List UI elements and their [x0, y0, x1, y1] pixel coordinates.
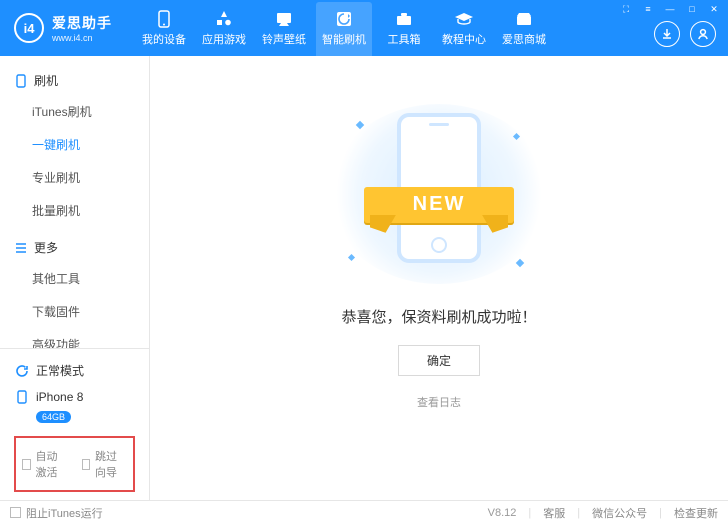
sidebar-item-download-fw[interactable]: 下载固件 — [10, 295, 139, 328]
flash-options-highlight: 自动激活 跳过向导 — [14, 436, 135, 492]
app-logo: i4 爱思助手 www.i4.cn — [0, 13, 126, 43]
phone-icon — [14, 74, 28, 88]
sidebar: 刷机 iTunes刷机 一键刷机 专业刷机 批量刷机 更多 其他工具 下载固件 — [0, 56, 150, 500]
mall-icon — [514, 10, 534, 28]
checkbox-box — [82, 459, 91, 470]
download-button[interactable] — [654, 21, 680, 47]
new-ribbon: NEW — [364, 187, 514, 223]
logo-mark: i4 — [14, 13, 44, 43]
device-name: iPhone 8 — [36, 390, 83, 404]
apps-icon — [214, 10, 234, 28]
refresh-icon — [14, 363, 30, 379]
nav-mall[interactable]: 爱思商城 — [494, 0, 554, 56]
auto-activate-label: 自动激活 — [36, 448, 68, 480]
customer-service-link[interactable]: 客服 — [543, 505, 565, 521]
version-label: V8.12 — [488, 507, 517, 519]
ringtone-icon — [274, 10, 294, 28]
hero-illustration: NEW — [329, 104, 549, 284]
nav-label: 教程中心 — [442, 31, 486, 47]
sidebar-item-advanced[interactable]: 高级功能 — [10, 328, 139, 348]
top-nav: 我的设备 应用游戏 铃声壁纸 智能刷机 工具箱 教程中心 爱思商城 — [134, 0, 554, 56]
nav-label: 应用游戏 — [202, 31, 246, 47]
sidebar-item-other-tools[interactable]: 其他工具 — [10, 262, 139, 295]
skip-guide-label: 跳过向导 — [95, 448, 127, 480]
sidebar-item-itunes-flash[interactable]: iTunes刷机 — [10, 95, 139, 128]
block-itunes-checkbox[interactable]: 阻止iTunes运行 — [10, 505, 103, 521]
flash-icon — [334, 10, 354, 28]
nav-my-device[interactable]: 我的设备 — [134, 0, 194, 56]
nav-apps[interactable]: 应用游戏 — [194, 0, 254, 56]
nav-flash[interactable]: 智能刷机 — [314, 0, 374, 56]
nav-toolbox[interactable]: 工具箱 — [374, 0, 434, 56]
device-mode-label: 正常模式 — [36, 362, 84, 379]
skip-guide-checkbox[interactable]: 跳过向导 — [82, 448, 128, 480]
group-title: 刷机 — [34, 72, 58, 89]
device-info[interactable]: iPhone 8 64GB — [10, 384, 139, 428]
storage-badge: 64GB — [36, 411, 71, 423]
checkbox-box — [10, 507, 21, 518]
user-button[interactable] — [690, 21, 716, 47]
sidebar-item-oneclick-flash[interactable]: 一键刷机 — [10, 128, 139, 161]
logo-url: www.i4.cn — [52, 33, 112, 43]
sidebar-item-batch-flash[interactable]: 批量刷机 — [10, 194, 139, 227]
block-itunes-label: 阻止iTunes运行 — [26, 505, 103, 521]
titlebar-minimize[interactable]: — — [662, 2, 678, 16]
phone-icon — [14, 389, 30, 405]
menu-icon — [14, 241, 28, 255]
view-log-link[interactable]: 查看日志 — [417, 394, 461, 410]
sidebar-item-pro-flash[interactable]: 专业刷机 — [10, 161, 139, 194]
titlebar-cart-icon[interactable]: ⛶ — [618, 2, 634, 16]
success-message: 恭喜您，保资料刷机成功啦！ — [341, 306, 536, 327]
sidebar-group-more: 更多 其他工具 下载固件 高级功能 — [0, 233, 149, 348]
main-content: NEW 恭喜您，保资料刷机成功啦！ 确定 查看日志 — [150, 56, 728, 500]
tutorial-icon — [454, 10, 474, 28]
sidebar-group-flash: 刷机 iTunes刷机 一键刷机 专业刷机 批量刷机 — [0, 66, 149, 227]
nav-label: 铃声壁纸 — [262, 31, 306, 47]
nav-label: 智能刷机 — [322, 31, 366, 47]
titlebar-maximize[interactable]: □ — [684, 2, 700, 16]
confirm-button[interactable]: 确定 — [398, 345, 480, 376]
logo-title-cn: 爱思助手 — [52, 13, 112, 33]
group-title: 更多 — [34, 239, 58, 256]
nav-ringtone[interactable]: 铃声壁纸 — [254, 0, 314, 56]
auto-activate-checkbox[interactable]: 自动激活 — [22, 448, 68, 480]
device-mode[interactable]: 正常模式 — [10, 357, 139, 384]
checkbox-box — [22, 459, 31, 470]
status-bar: 阻止iTunes运行 V8.12 | 客服 | 微信公众号 | 检查更新 — [0, 500, 728, 524]
titlebar-close[interactable]: ✕ — [706, 2, 722, 16]
nav-label: 我的设备 — [142, 31, 186, 47]
nav-label: 爱思商城 — [502, 31, 546, 47]
titlebar-menu-icon[interactable]: ≡ — [640, 2, 656, 16]
device-icon — [154, 10, 174, 28]
toolbox-icon — [394, 10, 414, 28]
nav-tutorial[interactable]: 教程中心 — [434, 0, 494, 56]
check-update-link[interactable]: 检查更新 — [674, 505, 718, 521]
wechat-link[interactable]: 微信公众号 — [592, 505, 647, 521]
nav-label: 工具箱 — [388, 31, 421, 47]
